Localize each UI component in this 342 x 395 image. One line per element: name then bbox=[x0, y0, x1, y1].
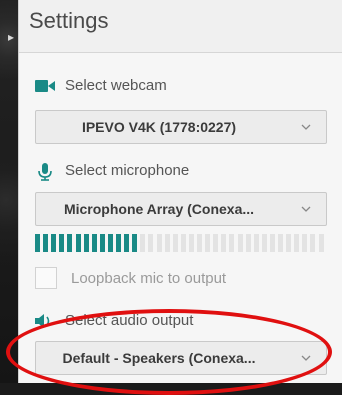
level-segment bbox=[43, 234, 49, 252]
level-segment bbox=[213, 234, 219, 252]
level-segment bbox=[116, 234, 121, 252]
level-segment bbox=[205, 234, 211, 252]
level-segment bbox=[229, 234, 235, 252]
level-segment bbox=[75, 234, 81, 252]
level-segment bbox=[132, 234, 138, 252]
settings-panel: Settings Select webcam IPEVO V4K (1778:0… bbox=[18, 0, 342, 383]
loopback-checkbox[interactable] bbox=[35, 267, 57, 289]
speaker-icon bbox=[35, 313, 55, 329]
pointer-arrow-icon: ▸ bbox=[8, 30, 15, 44]
level-segment bbox=[197, 234, 202, 252]
level-segment bbox=[99, 234, 105, 252]
level-segment bbox=[318, 234, 324, 252]
video-camera-icon bbox=[35, 78, 55, 94]
microphone-label: Select microphone bbox=[65, 162, 190, 179]
level-segment bbox=[253, 234, 259, 252]
level-segment bbox=[286, 234, 292, 252]
audio-output-select-value: Default - Speakers (Conexa... bbox=[62, 350, 256, 366]
level-segment bbox=[67, 234, 73, 252]
level-segment bbox=[172, 234, 178, 252]
level-segment bbox=[269, 234, 275, 252]
level-segment bbox=[83, 234, 89, 252]
audio-output-label: Select audio output bbox=[65, 312, 194, 329]
level-segment bbox=[310, 234, 316, 252]
microphone-section-label: Select microphone bbox=[35, 162, 190, 181]
microphone-select-value: Microphone Array (Conexa... bbox=[63, 201, 255, 217]
level-segment bbox=[107, 234, 113, 252]
webcam-section-label: Select webcam bbox=[35, 77, 167, 94]
webcam-select-value: IPEVO V4K (1778:0227) bbox=[81, 119, 237, 135]
chevron-down-icon bbox=[300, 351, 312, 363]
audio-output-select[interactable]: Default - Speakers (Conexa... bbox=[35, 341, 327, 375]
page-title: Settings bbox=[29, 8, 109, 33]
level-segment bbox=[164, 234, 170, 252]
level-segment bbox=[261, 234, 267, 252]
level-segment bbox=[59, 234, 65, 252]
level-segment bbox=[51, 234, 57, 252]
level-segment bbox=[91, 234, 97, 252]
webcam-label: Select webcam bbox=[65, 77, 167, 94]
level-segment bbox=[156, 234, 162, 252]
chevron-down-icon bbox=[300, 202, 312, 214]
level-segment bbox=[302, 234, 308, 252]
level-segment bbox=[124, 234, 130, 252]
microphone-icon bbox=[35, 162, 55, 181]
level-segment bbox=[237, 234, 243, 252]
level-segment bbox=[180, 234, 186, 252]
level-segment bbox=[148, 234, 154, 252]
level-segment bbox=[35, 234, 40, 252]
level-segment bbox=[140, 234, 146, 252]
level-segment bbox=[245, 234, 251, 252]
loopback-label: Loopback mic to output bbox=[71, 270, 227, 287]
level-segment bbox=[278, 234, 283, 252]
settings-header: Settings bbox=[19, 0, 342, 53]
level-segment bbox=[294, 234, 300, 252]
chevron-down-icon bbox=[300, 120, 312, 132]
level-segment bbox=[188, 234, 194, 252]
audio-output-section-label: Select audio output bbox=[35, 312, 193, 329]
level-segment bbox=[221, 234, 227, 252]
microphone-select[interactable]: Microphone Array (Conexa... bbox=[35, 192, 327, 226]
webcam-select[interactable]: IPEVO V4K (1778:0227) bbox=[35, 110, 327, 144]
microphone-level-meter bbox=[35, 234, 327, 252]
